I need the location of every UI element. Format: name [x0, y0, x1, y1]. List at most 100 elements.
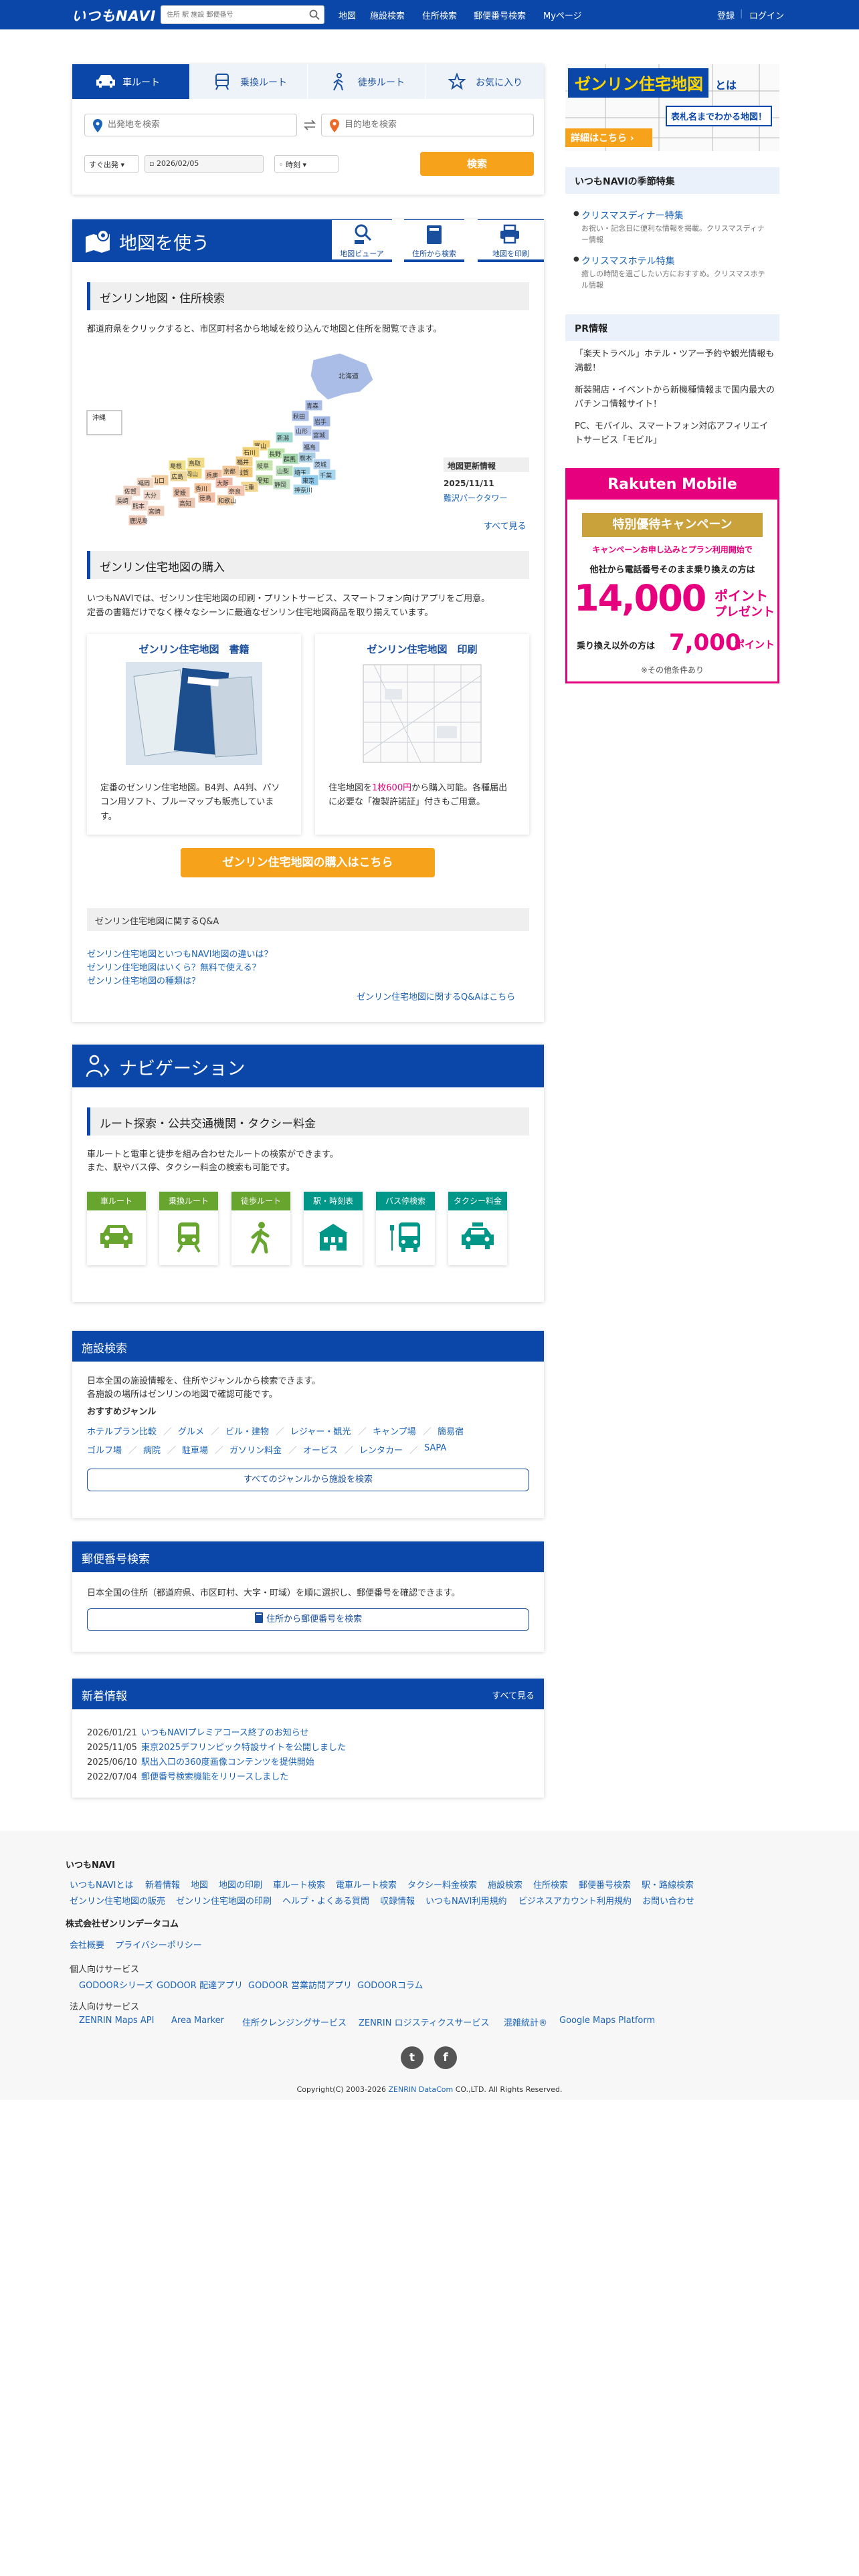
footer-link[interactable]: タクシー料金検索: [407, 1878, 477, 1891]
footer-link[interactable]: いつもNAVIとは: [70, 1878, 134, 1891]
nav-facility-search[interactable]: 施設検索: [370, 9, 405, 21]
nav-button-car-route[interactable]: 車ルート: [87, 1192, 146, 1265]
nav-button-transit-route[interactable]: 乗換ルート: [159, 1192, 218, 1265]
product-book-card[interactable]: ゼンリン住宅地図 書籍 定番のゼンリン住宅地図。B4判、A4判、パソコン用ソフト…: [87, 634, 301, 835]
footer-link[interactable]: 住所検索: [533, 1878, 568, 1891]
swap-icon[interactable]: [303, 120, 316, 130]
pr-item-2[interactable]: 新装開店・イベントから新機種情報まで国内最大のパチンコ情報サイト！: [575, 384, 775, 412]
footer-link[interactable]: お問い合わせ: [642, 1894, 694, 1907]
nav-mypage[interactable]: Myページ: [543, 9, 582, 21]
header-search-input[interactable]: [161, 6, 302, 23]
footer-link[interactable]: 郵便番号検索: [579, 1878, 631, 1891]
footer-link[interactable]: Google Maps Platform: [559, 2016, 655, 2026]
rakuten-mobile-ad[interactable]: Rakuten Mobile 特別優待キャンペーン キャンペーンお申し込みとプラ…: [565, 468, 779, 683]
origin-input[interactable]: [108, 120, 268, 130]
genre-link[interactable]: 駐車場: [182, 1443, 208, 1456]
tab-transit-route[interactable]: 乗換ルート: [190, 64, 308, 99]
season-item-2[interactable]: ● クリスマスホテル特集 癒しの時間を過ごしたい方におすすめ。クリスマスホテル情…: [573, 254, 769, 291]
nav-postal-search[interactable]: 郵便番号検索: [474, 9, 526, 21]
footer-link[interactable]: 混雑統計®: [504, 2016, 547, 2028]
genre-link[interactable]: キャンプ場: [373, 1424, 416, 1437]
genre-link[interactable]: ゴルフ場: [87, 1443, 122, 1456]
genre-link[interactable]: 病院: [143, 1443, 161, 1456]
japan-prefecture-map[interactable]: 北海道沖縄青森秋田岩手山形宮城新潟福島富山石川 長野群馬 栃木茨城福井岐阜山梨 埼玉千…: [86, 353, 420, 547]
footer-link[interactable]: 駅・路線検索: [642, 1878, 694, 1891]
footer-link[interactable]: 電車ルート検索: [336, 1878, 397, 1891]
footer-link[interactable]: ZENRIN ロジスティクスサービス: [359, 2016, 489, 2028]
register-link[interactable]: 登録: [717, 9, 735, 21]
nav-button-bus-stop[interactable]: バス停検索: [376, 1192, 435, 1265]
genre-link[interactable]: オービス: [303, 1443, 338, 1456]
news-link[interactable]: 郵便番号検索機能をリリースしました: [141, 1772, 288, 1782]
tab-favorites[interactable]: お気に入り: [425, 64, 544, 99]
footer-link[interactable]: 地図の印刷: [219, 1878, 262, 1891]
footer-link[interactable]: 施設検索: [488, 1878, 522, 1891]
footer-link[interactable]: ヘルプ・よくある質問: [282, 1894, 369, 1907]
pr-item-3[interactable]: PC、モバイル、スマートフォン対応アフィリエイトサービス「モビル」: [575, 420, 775, 448]
facebook-icon[interactable]: f: [434, 2046, 457, 2069]
nav-map[interactable]: 地図: [339, 9, 356, 21]
map-update-see-all[interactable]: すべて見る: [484, 519, 527, 532]
map-viewer-button[interactable]: 地図ビューア: [332, 219, 392, 262]
genre-link[interactable]: 簡易宿: [438, 1424, 464, 1437]
footer-link[interactable]: GODOOR 配達アプリ: [157, 1978, 243, 1991]
footer-link[interactable]: GODOOR 営業訪問アプリ: [248, 1978, 352, 1991]
destination-input[interactable]: [345, 120, 505, 130]
footer-link[interactable]: 住所クレンジングサービス: [242, 2016, 347, 2028]
footer-link[interactable]: ゼンリン住宅地図の印刷: [176, 1894, 272, 1907]
housing-map-banner[interactable]: ゼンリン住宅地図 とは 表札名までわかる地図！ 詳細はこちら ›: [565, 64, 779, 151]
login-link[interactable]: ログイン: [749, 9, 784, 21]
season-item-title[interactable]: クリスマスディナー特集: [581, 211, 684, 221]
genre-link[interactable]: グルメ: [178, 1424, 204, 1437]
qa-link-2[interactable]: ゼンリン住宅地図はいくら？無料で使える？: [87, 960, 261, 973]
news-see-all[interactable]: すべて見る: [492, 1689, 535, 1701]
news-link[interactable]: 東京2025デフリンピック特設サイトを公開しました: [141, 1743, 346, 1753]
postal-search-button[interactable]: 住所から郵便番号を検索: [87, 1608, 529, 1631]
nav-address-search[interactable]: 住所検索: [422, 9, 457, 21]
genre-link[interactable]: SAPA: [424, 1443, 446, 1453]
buy-housing-map-button[interactable]: ゼンリン住宅地図の購入はこちら: [181, 848, 435, 877]
footer-link[interactable]: 収録情報: [380, 1894, 415, 1907]
footer-link[interactable]: 新着情報: [145, 1878, 180, 1891]
footer-link[interactable]: プライバシーポリシー: [115, 1938, 202, 1951]
twitter-icon[interactable]: t: [401, 2046, 423, 2069]
footer-link[interactable]: Area Marker: [171, 2016, 224, 2026]
footer-link[interactable]: ビジネスアカウント利用規約: [518, 1894, 632, 1907]
departure-type-select[interactable]: すぐ出発 ▾: [84, 155, 139, 173]
news-link[interactable]: 駅出入口の360度画像コンテンツを提供開始: [141, 1757, 314, 1767]
footer-link[interactable]: ゼンリン住宅地図の販売: [70, 1894, 165, 1907]
site-logo[interactable]: いつもNAVI: [72, 5, 156, 25]
nav-button-taxi-fare[interactable]: タクシー料金: [448, 1192, 507, 1265]
footer-link[interactable]: 地図: [191, 1878, 208, 1891]
genre-link[interactable]: レジャー・観光: [290, 1424, 351, 1437]
footer-link[interactable]: 会社概要: [70, 1938, 104, 1951]
product-print-card[interactable]: ゼンリン住宅地図 印刷 住宅地図を1枚600円から購入可能。各種届出に必要な「複…: [315, 634, 529, 835]
season-item-title[interactable]: クリスマスホテル特集: [581, 256, 675, 267]
map-update-link[interactable]: 難沢パークタワー: [444, 492, 508, 504]
footer-link[interactable]: 車ルート検索: [273, 1878, 325, 1891]
qa-all-link[interactable]: ゼンリン住宅地図に関するQ&Aはこちら: [357, 990, 515, 1002]
genre-link[interactable]: ホテルプラン比較: [87, 1424, 157, 1437]
all-genres-button[interactable]: すべてのジャンルから施設を検索: [87, 1469, 529, 1491]
nav-button-walk-route[interactable]: 徒歩ルート: [231, 1192, 290, 1265]
footer-link[interactable]: ZENRIN Maps API: [79, 2016, 154, 2026]
date-field[interactable]: ▫ 2026/02/05: [145, 155, 264, 173]
footer-link[interactable]: GODOORコラム: [357, 1978, 423, 1991]
copyright-company-link[interactable]: ZENRIN DataCom: [389, 2085, 454, 2094]
search-icon[interactable]: [309, 9, 320, 20]
qa-link-1[interactable]: ゼンリン住宅地図といつもNAVI地図の違いは？: [87, 947, 273, 960]
season-item-1[interactable]: ● クリスマスディナー特集 お祝い・記念日に便利な情報を掲載。クリスマスディナー…: [573, 209, 769, 245]
tab-walk-route[interactable]: 徒歩ルート: [308, 64, 425, 99]
tab-car-route[interactable]: 車ルート: [72, 64, 190, 99]
qa-link-3[interactable]: ゼンリン住宅地図の種類は？: [87, 974, 200, 986]
genre-link[interactable]: ビル・建物: [225, 1424, 269, 1437]
nav-button-station-timetable[interactable]: 駅・時刻表: [304, 1192, 363, 1265]
time-select[interactable]: ◦ 時刻 ▾: [274, 155, 339, 173]
news-link[interactable]: いつもNAVIプレミアコース終了のお知らせ: [141, 1728, 309, 1738]
footer-link[interactable]: いつもNAVI利用規約: [425, 1894, 507, 1907]
pr-item-1[interactable]: 「楽天トラベル」ホテル・ツアー予約や観光情報も満載！: [575, 348, 775, 376]
address-search-button[interactable]: 住所から検索: [404, 219, 464, 262]
footer-link[interactable]: GODOORシリーズ: [79, 1978, 153, 1991]
route-search-button[interactable]: 検索: [420, 152, 534, 176]
print-map-button[interactable]: 地図を印刷: [478, 219, 544, 262]
